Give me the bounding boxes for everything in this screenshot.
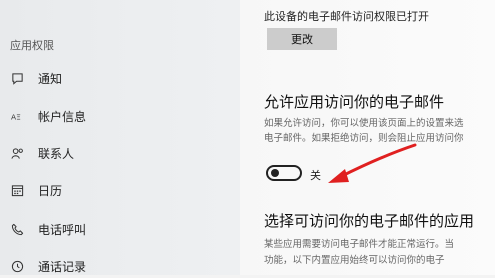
account-info-icon: AΞ — [10, 109, 24, 123]
sidebar-item-notifications[interactable]: 通知 — [0, 66, 240, 90]
sidebar: 应用权限 通知 AΞ 帐户信息 联系人 日历 电话呼叫 通话记录 — [0, 0, 240, 275]
sidebar-item-calendar[interactable]: 日历 — [0, 178, 240, 202]
sidebar-item-label: 通话记录 — [38, 259, 87, 274]
sidebar-item-label: 电话呼叫 — [38, 222, 87, 237]
annotation-arrow — [328, 143, 417, 183]
sidebar-item-contacts[interactable]: 联系人 — [0, 141, 240, 165]
call-history-icon — [10, 259, 24, 273]
main-content: 此设备的电子邮件访问权限已打开 更改 允许应用访问你的电子邮件 如果允许访问，你… — [240, 0, 495, 275]
choose-apps-title: 选择可访问你的电子邮件的应用 — [264, 212, 475, 230]
allow-apps-title: 允许应用访问你的电子邮件 — [264, 93, 445, 111]
phone-icon — [10, 222, 24, 236]
choose-apps-description-line2: 功能，以下内置应用始终可以访问你的电子 — [264, 255, 445, 266]
change-button[interactable]: 更改 — [267, 28, 337, 50]
notification-icon — [10, 71, 24, 85]
toggle-knob — [271, 169, 279, 177]
contacts-icon — [10, 146, 24, 160]
allow-apps-toggle[interactable] — [266, 165, 302, 181]
sidebar-item-label: 联系人 — [38, 146, 75, 161]
sidebar-section-header: 应用权限 — [10, 39, 54, 52]
sidebar-item-label: 帐户信息 — [38, 109, 87, 124]
sidebar-item-call-history[interactable]: 通话记录 — [0, 254, 240, 278]
allow-apps-description-line1: 如果允许访问，你可以使用该页面上的设置来选 — [264, 118, 464, 129]
sidebar-item-phone-calls[interactable]: 电话呼叫 — [0, 217, 240, 241]
sidebar-top-cut-text — [0, 0, 240, 8]
calendar-icon — [10, 183, 24, 197]
svg-text:AΞ: AΞ — [11, 112, 21, 121]
choose-apps-description-line1: 某些应用需要访问电子邮件才能正常运行。当 — [264, 239, 455, 250]
sidebar-item-label: 通知 — [38, 71, 63, 86]
toggle-state-label: 关 — [310, 169, 321, 182]
sidebar-item-account-info[interactable]: AΞ 帐户信息 — [0, 104, 240, 128]
email-access-status: 此设备的电子邮件访问权限已打开 — [264, 10, 429, 23]
sidebar-item-label: 日历 — [38, 183, 63, 198]
